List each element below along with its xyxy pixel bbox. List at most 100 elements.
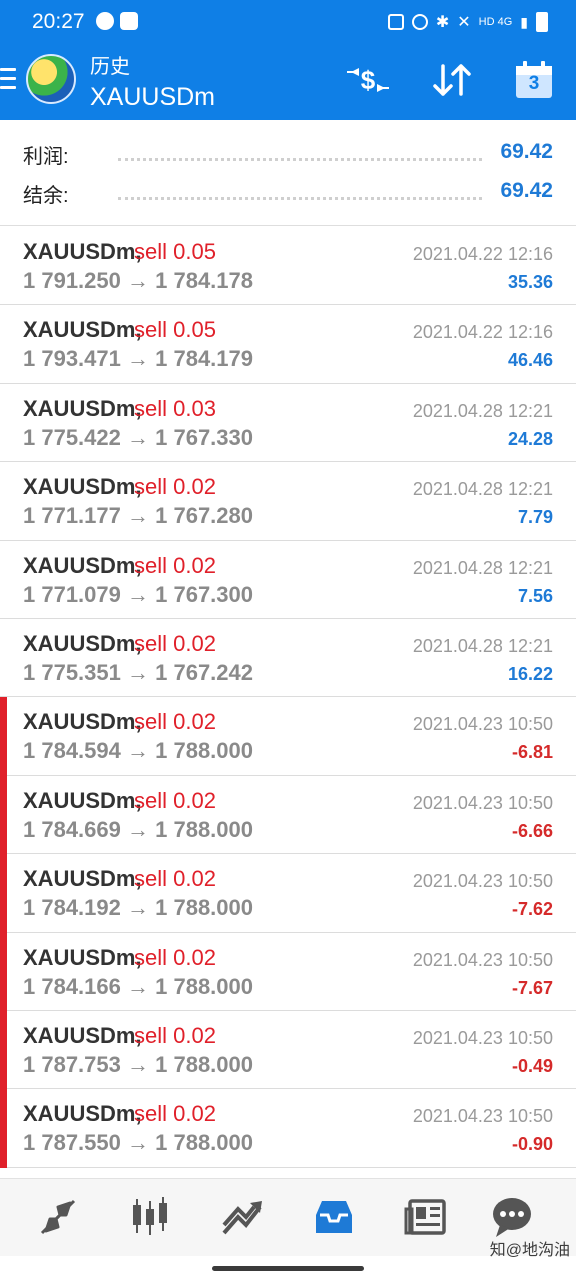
close-price: 1 788.000 (155, 1051, 253, 1077)
trade-prices: 1 791.250 → 1 784.178 (23, 268, 253, 294)
trade-date: 2021.04.23 10:50 (412, 871, 553, 892)
nav-trade[interactable] (218, 1193, 266, 1241)
trade-date: 2021.04.23 10:50 (412, 949, 553, 970)
balance-row: 结余: 69.42 (0, 173, 576, 213)
close-price: 1 767.280 (155, 503, 253, 529)
globe-icon (96, 12, 114, 30)
arrow-right-icon: → (127, 895, 149, 921)
quotes-arrows-icon (40, 1199, 76, 1235)
open-price: 1 775.351 (23, 659, 121, 685)
trade-row[interactable]: XAUUSDm, sell 0.02 1 784.594 → 1 788.000 20… (0, 697, 576, 777)
trade-symbol: XAUUSDm, (23, 474, 142, 500)
trade-symbol: XAUUSDm, (23, 1022, 142, 1048)
nav-charts[interactable] (126, 1193, 174, 1241)
trade-row[interactable]: XAUUSDm, sell 0.05 1 791.250 → 1 784.178 20… (0, 227, 576, 306)
arrow-right-icon: → (127, 816, 149, 842)
trade-prices: 1 784.192 → 1 788.000 (23, 895, 253, 921)
trade-side: sell 0.02 (134, 1101, 216, 1127)
page-subtitle: 历史 (90, 56, 130, 78)
signal-icon: ▮ (520, 13, 528, 30)
trade-date: 2021.04.28 12:21 (412, 557, 553, 578)
nav-news[interactable] (402, 1193, 450, 1241)
trade-date: 2021.04.22 12:16 (412, 244, 553, 264)
sort-button[interactable] (428, 58, 476, 102)
trade-row[interactable]: XAUUSDm, sell 0.02 1 784.669 → 1 788.000 20… (0, 775, 576, 855)
profit-row: 利润: 69.42 (0, 134, 576, 174)
dotted-leader (118, 158, 482, 161)
trade-row[interactable]: XAUUSDm, sell 0.02 1 787.753 → 1 788.000 20… (0, 1010, 576, 1090)
trade-side: sell 0.02 (134, 630, 216, 656)
trade-symbol: XAUUSDm, (23, 317, 142, 343)
trade-side: sell 0.05 (134, 239, 216, 264)
balance-label: 结余: (23, 185, 69, 207)
trade-row[interactable]: XAUUSDm, sell 0.02 1 784.192 → 1 788.000 20… (0, 854, 576, 933)
trade-row[interactable]: XAUUSDm, sell 0.02 1 771.079 → 1 767.300 20… (0, 541, 576, 619)
open-price: 1 784.166 (23, 973, 121, 999)
close-price: 1 788.000 (155, 973, 253, 999)
arrow-right-icon: → (127, 973, 149, 999)
trade-side: sell 0.02 (134, 709, 216, 735)
close-price: 1 788.000 (155, 816, 253, 842)
app-notification-icon (120, 12, 138, 30)
trade-row[interactable]: XAUUSDm, sell 0.02 1 787.550 → 1 788.000 20… (0, 1089, 576, 1169)
trade-row[interactable]: XAUUSDm, sell 0.02 1 771.177 → 1 767.280 20… (0, 462, 576, 541)
trade-side: sell 0.02 (134, 552, 216, 578)
nav-history[interactable] (310, 1193, 358, 1241)
trade-prices: 1 775.351 → 1 767.242 (23, 660, 253, 686)
dollar-arrows-icon: $ (347, 65, 389, 95)
trade-side: sell 0.02 (134, 944, 216, 970)
trade-row[interactable]: XAUUSDm, sell 0.02 1 784.166 → 1 788.000 20… (0, 932, 576, 1012)
trade-symbol: XAUUSDm, (23, 866, 142, 892)
nav-quotes[interactable] (34, 1193, 82, 1241)
trade-side: sell 0.02 (134, 866, 216, 892)
nav-messages[interactable] (488, 1193, 536, 1241)
trade-profit: -0.90 (511, 1134, 553, 1155)
trade-side: sell 0.02 (134, 787, 216, 813)
calendar-day: 3 (528, 73, 540, 94)
open-price: 1 784.594 (23, 738, 121, 764)
trade-row[interactable]: XAUUSDm, sell 0.02 1 775.351 → 1 767.242 20… (0, 619, 576, 698)
app-bar: 历史 XAUUSDm $ 3 (0, 44, 576, 120)
calendar-button[interactable]: 3 (510, 58, 558, 102)
trade-date: 2021.04.23 10:50 (412, 1027, 553, 1048)
gesture-bar[interactable] (212, 1266, 364, 1271)
open-price: 1 787.753 (23, 1051, 121, 1077)
arrow-right-icon: → (127, 738, 149, 764)
arrow-right-icon: → (127, 346, 149, 372)
mute-icon: ✕ (457, 14, 471, 31)
trade-prices: 1 787.753 → 1 788.000 (23, 1052, 253, 1078)
arrow-right-icon: → (127, 424, 149, 450)
trade-date: 2021.04.23 10:50 (412, 714, 553, 735)
close-price: 1 788.000 (155, 738, 253, 764)
deposit-withdraw-button[interactable]: $ (344, 58, 392, 102)
menu-icon[interactable] (0, 68, 16, 95)
trade-symbol: XAUUSDm, (23, 552, 142, 578)
open-price: 1 784.669 (23, 816, 121, 842)
trade-symbol: XAUUSDm, (23, 709, 142, 735)
status-bar: 20:27 ✱ ✕ HD 4G ▮ (0, 0, 576, 44)
open-price: 1 771.177 (23, 503, 121, 529)
arrow-right-icon: → (127, 1130, 149, 1156)
trade-date: 2021.04.23 10:50 (412, 792, 553, 813)
page-title[interactable]: XAUUSDm (90, 83, 215, 112)
trade-prices: 1 793.471 → 1 784.179 (23, 346, 253, 372)
trade-prices: 1 784.594 → 1 788.000 (23, 738, 253, 764)
trade-profit: -6.66 (511, 820, 553, 841)
open-price: 1 793.471 (23, 346, 121, 372)
open-price: 1 784.192 (23, 895, 121, 921)
trade-symbol: XAUUSDm, (23, 395, 142, 421)
trade-symbol: XAUUSDm, (23, 787, 142, 813)
trade-symbol: XAUUSDm, (23, 630, 142, 656)
trade-symbol: XAUUSDm, (23, 944, 142, 970)
trade-row[interactable]: XAUUSDm, sell 0.03 1 775.422 → 1 767.330 20… (0, 384, 576, 463)
metatrader-logo-icon (26, 54, 76, 104)
trade-profit: 24.28 (507, 428, 553, 449)
trade-row[interactable]: XAUUSDm, sell 0.05 1 793.471 → 1 784.179 20… (0, 305, 576, 384)
svg-text:$: $ (361, 65, 376, 95)
trade-chart-icon (222, 1201, 262, 1235)
trade-date: 2021.04.28 12:21 (412, 635, 553, 656)
trade-date: 2021.04.22 12:16 (412, 322, 553, 343)
balance-value: 69.42 (500, 179, 553, 202)
open-price: 1 775.422 (23, 424, 121, 450)
trade-profit: 16.22 (507, 663, 553, 684)
